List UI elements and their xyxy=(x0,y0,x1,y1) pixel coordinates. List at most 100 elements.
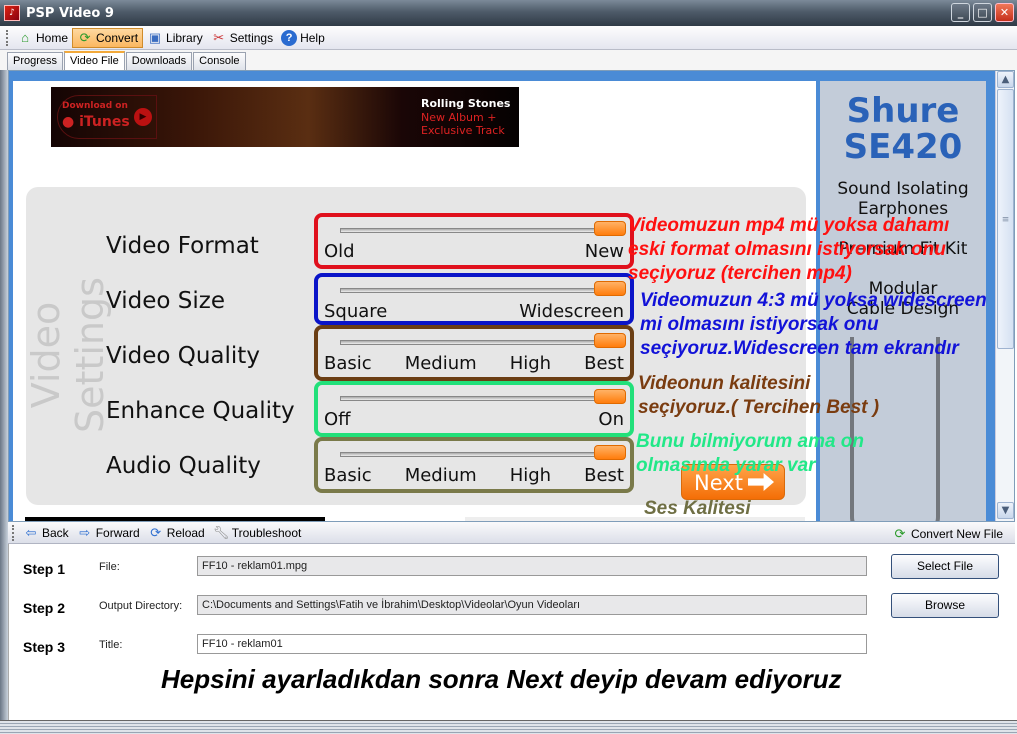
nav-troubleshoot-label: Troubleshoot xyxy=(231,525,302,540)
title-field[interactable]: FF10 - reklam01 xyxy=(197,634,867,654)
enhance-quality-slider[interactable]: Off On xyxy=(314,381,634,437)
setting-label-video-size: Video Size xyxy=(106,288,225,314)
annotation-line: mi olmasını istiyorsak onu xyxy=(640,314,879,335)
toolbar-settings[interactable]: ✂ Settings xyxy=(207,28,277,48)
annotation-quality: Videonun kalitesini seçiyoruz.( Tercihen… xyxy=(638,372,879,420)
ad-subline: New Album + Exclusive Track xyxy=(421,111,505,137)
annotation-line: Bunu bilmiyorum ama on xyxy=(636,431,865,452)
slider-knob[interactable] xyxy=(594,333,626,348)
toolbar-grip[interactable] xyxy=(6,29,9,46)
annotation-line: seçiyoruz.Widescreen tam ekrandır xyxy=(640,338,959,359)
tick-label: New xyxy=(584,241,624,262)
output-directory-field[interactable]: C:\Documents and Settings\Fatih ve İbrah… xyxy=(197,595,867,615)
slider-track[interactable] xyxy=(340,396,605,401)
annotation-line: seçiyoruz (tercihen mp4) xyxy=(628,263,852,284)
ad-itunes-text: iTunes xyxy=(74,114,130,130)
toolbar-home[interactable]: ⌂ Home xyxy=(13,28,72,48)
maximize-button[interactable]: □ xyxy=(973,3,992,22)
convert-icon: ⟳ xyxy=(894,526,906,541)
video-size-slider[interactable]: Square Widescreen xyxy=(314,273,634,325)
title-bar: ♪ PSP Video 9 _ □ ✕ xyxy=(0,0,1017,26)
toolbar-help[interactable]: ? Help xyxy=(277,28,329,48)
library-icon: ▣ xyxy=(148,29,162,45)
file-field[interactable]: FF10 - reklam01.mpg xyxy=(197,556,867,576)
annotation-line: olmasında yarar var xyxy=(636,455,816,476)
window-bottom-border xyxy=(0,720,1017,734)
slider-track[interactable] xyxy=(340,452,605,457)
minimize-button[interactable]: _ xyxy=(951,3,970,22)
tab-video-file[interactable]: Video File xyxy=(64,51,125,71)
slider-knob[interactable] xyxy=(594,389,626,404)
window-title: PSP Video 9 xyxy=(26,5,114,21)
nav-back-label: Back xyxy=(42,525,69,540)
slider-knob[interactable] xyxy=(594,281,626,296)
annotation-line: Ses Kalitesi xyxy=(644,498,751,519)
instruction-caption: Hepsini ayarladıkdan sonra Next deyip de… xyxy=(161,664,842,694)
window-edge xyxy=(0,70,8,720)
slider-track[interactable] xyxy=(340,340,605,345)
output-directory-label: Output Directory: xyxy=(99,600,183,612)
tab-console[interactable]: Console xyxy=(193,52,246,70)
nav-forward-label: Forward xyxy=(95,525,140,540)
scroll-up-button[interactable]: ▲ xyxy=(997,71,1014,88)
video-settings-label: Video Settings xyxy=(24,277,112,433)
toolbar-settings-label: Settings xyxy=(229,30,274,45)
select-file-button[interactable]: Select File xyxy=(891,554,999,579)
itunes-badge: Download on ● iTunes ▶ xyxy=(57,95,157,139)
tick-label: Medium xyxy=(404,353,477,374)
nav-forward[interactable]: ⇨ Forward xyxy=(73,523,144,543)
annotation-line: Videomuzun mp4 mü yoksa dahamı xyxy=(628,215,950,236)
toolbar-home-label: Home xyxy=(36,30,69,45)
side-ad-title-2: SE420 xyxy=(843,127,963,167)
help-icon: ? xyxy=(281,29,298,46)
close-button[interactable]: ✕ xyxy=(995,3,1014,22)
nav-back[interactable]: ⇦ Back xyxy=(19,523,73,543)
apple-icon: ● xyxy=(62,114,75,130)
side-ad-feature: Sound Isolating Earphones xyxy=(837,179,969,219)
browse-button[interactable]: Browse xyxy=(891,593,999,618)
slider-knob[interactable] xyxy=(594,221,626,236)
reload-icon: ⟳ xyxy=(150,524,162,540)
video-format-slider[interactable]: Old New xyxy=(314,213,634,269)
tick-label: Old xyxy=(324,241,355,262)
annotation-audio: Ses Kalitesi xyxy=(644,497,751,521)
annotation-line: Videomuzun 4:3 mü yoksa widescreen xyxy=(640,290,987,311)
video-quality-slider[interactable]: Basic Medium High Best xyxy=(314,325,634,381)
toolbar-help-label: Help xyxy=(300,30,325,45)
nav-reload-label: Reload xyxy=(166,525,205,540)
side-ad-title-1: Shure xyxy=(846,91,960,131)
tick-label: Medium xyxy=(404,465,477,486)
slider-track[interactable] xyxy=(340,228,605,233)
tick-label: Off xyxy=(324,409,351,430)
step-1-label: Step 1 xyxy=(23,561,66,577)
wrench-icon: 🔧︎ xyxy=(212,524,230,540)
back-arrow-icon: ⇦ xyxy=(25,524,37,540)
slider-knob[interactable] xyxy=(594,445,626,460)
convert-new-file-button[interactable]: ⟳ Convert New File xyxy=(888,524,1007,544)
play-icon: ▶ xyxy=(134,108,152,126)
annotation-size: Videomuzun 4:3 mü yoksa widescreen mi ol… xyxy=(640,289,987,361)
toolbar-convert[interactable]: ⟳ Convert xyxy=(72,27,144,48)
step-2-label: Step 2 xyxy=(23,600,66,616)
setting-label-video-format: Video Format xyxy=(106,233,259,259)
audio-quality-slider[interactable]: Basic Medium High Best xyxy=(314,437,634,493)
title-label: Title: xyxy=(99,639,123,651)
main-toolbar: ⌂ Home ⟳ Convert ▣ Library ✂ Settings ? Help xyxy=(0,26,1017,50)
navbar-grip[interactable] xyxy=(12,524,15,541)
steps-panel: Step 1 File: FF10 - reklam01.mpg Select … xyxy=(8,544,1015,720)
nav-reload[interactable]: ⟳ Reload xyxy=(144,523,209,543)
step-3-label: Step 3 xyxy=(23,639,66,655)
app-icon: ♪ xyxy=(4,5,20,21)
vertical-scrollbar[interactable]: ▲ ≡ ▼ xyxy=(995,71,1014,521)
slider-track[interactable] xyxy=(340,288,605,293)
tab-downloads[interactable]: Downloads xyxy=(125,52,193,70)
scroll-down-button[interactable]: ▼ xyxy=(997,502,1014,519)
toolbar-library[interactable]: ▣ Library xyxy=(143,28,207,48)
annotation-format: Videomuzun mp4 mü yoksa dahamı eski form… xyxy=(628,214,949,286)
itunes-ad-banner[interactable]: Download on ● iTunes ▶ Rolling Stones Ne… xyxy=(51,87,519,147)
annotation-enhance: Bunu bilmiyorum ama on olmasında yarar v… xyxy=(636,430,864,478)
nav-troubleshoot[interactable]: 🔧︎ Troubleshoot xyxy=(209,523,306,543)
tick-label: Square xyxy=(324,301,388,322)
scroll-thumb[interactable]: ≡ xyxy=(997,89,1014,349)
tab-progress[interactable]: Progress xyxy=(7,52,64,70)
